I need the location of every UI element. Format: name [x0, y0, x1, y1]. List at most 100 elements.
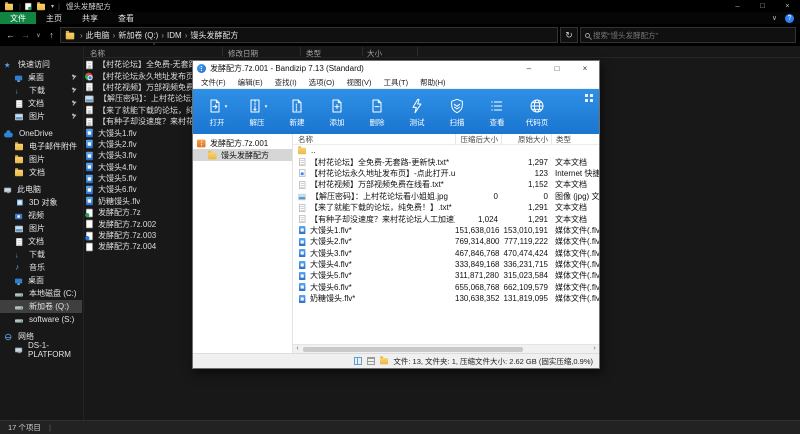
archive-row[interactable]: 大馒头5.flv* 311,871,280 315,023,584 媒体文件(.… — [293, 270, 599, 281]
sidebar-item[interactable]: 文档 — [0, 97, 82, 110]
close-button[interactable]: × — [571, 61, 599, 76]
column-header-type[interactable]: 类型 — [306, 48, 321, 59]
sidebar-item[interactable]: 图片 — [0, 222, 82, 235]
sidebar-item[interactable]: 桌面 — [0, 71, 82, 84]
scrollbar-thumb[interactable] — [303, 347, 523, 352]
column-header-name[interactable]: 名称 — [293, 134, 455, 145]
column-header-original[interactable]: 原始大小 — [501, 134, 551, 145]
address-bar[interactable]: › 此电脑 › 新加卷 (Q:) › IDM › 馒头发酵配方 — [60, 27, 558, 43]
minimize-button[interactable]: – — [515, 61, 543, 76]
sidebar-item[interactable]: 图片 — [0, 153, 82, 166]
archive-row[interactable]: 奶糖馒头.flv* 130,638,352 131,819,095 媒体文件(.… — [293, 293, 599, 304]
menu-item[interactable]: 工具(T) — [378, 77, 415, 88]
history-dropdown-icon[interactable]: ∨ — [34, 32, 43, 39]
sidebar-item[interactable]: 快速访问 — [0, 58, 82, 71]
minimize-button[interactable]: – — [725, 0, 750, 12]
archive-row[interactable]: 大馒头4.flv* 333,849,168 336,231,715 媒体文件(.… — [293, 259, 599, 270]
ribbon-tab[interactable]: 查看 — [108, 12, 144, 24]
toolbar-button[interactable]: ▾ 代码页 — [517, 91, 557, 134]
menu-item[interactable]: 文件(F) — [195, 77, 232, 88]
sidebar-item[interactable]: 文档 — [0, 166, 82, 179]
properties-icon[interactable] — [25, 2, 31, 9]
column-header-type[interactable]: 类型 — [551, 134, 599, 145]
sidebar-item[interactable]: 音乐 — [0, 261, 82, 274]
toolbar-button[interactable]: ▾ 解压 — [237, 91, 277, 134]
panel-layout-icon[interactable] — [585, 94, 593, 102]
archive-row[interactable]: .. — [293, 145, 599, 156]
sidebar-item[interactable]: 文档 — [0, 235, 82, 248]
maximize-button[interactable]: □ — [750, 0, 775, 12]
forward-icon[interactable]: → — [19, 30, 32, 40]
horizontal-scrollbar[interactable]: ‹ › — [293, 344, 599, 353]
dropdown-caret-icon[interactable]: ▾ — [265, 104, 268, 110]
breadcrumb-item[interactable]: 馒头发酵配方 — [190, 30, 238, 41]
up-icon[interactable]: ↑ — [45, 30, 58, 40]
breadcrumb-item[interactable]: 此电脑 — [86, 30, 110, 41]
breadcrumb-item[interactable]: 新加卷 (Q:) — [118, 30, 158, 41]
refresh-button[interactable]: ↻ — [560, 27, 578, 43]
archive-row[interactable]: 【有种子却没速度？来村花论坛人工加速】.txt* 1,024 1,291 文本文… — [293, 213, 599, 224]
maximize-button[interactable]: □ — [543, 61, 571, 76]
menu-item[interactable]: 视图(V) — [341, 77, 378, 88]
archive-row[interactable]: 【来了就能下载的论坛，纯免费！】.txt* 1,291 文本文档 — [293, 202, 599, 213]
column-header-size[interactable]: 大小 — [367, 48, 382, 59]
help-icon[interactable]: ? — [785, 14, 794, 23]
sidebar-item[interactable]: 本地磁盘 (C:) — [0, 287, 82, 300]
qat-dropdown-icon[interactable]: ▾ — [51, 3, 54, 10]
open-folder-icon[interactable] — [380, 357, 388, 365]
column-separator[interactable] — [417, 47, 418, 56]
toolbar-button[interactable]: ▾ 扫描 — [437, 91, 477, 134]
column-header-compressed[interactable]: 压缩后大小 — [455, 134, 501, 145]
toolbar-button[interactable]: ▾ 新建 — [277, 91, 317, 134]
tree-item[interactable]: 发酵配方.7z.001 — [193, 137, 292, 149]
toolbar-button[interactable]: ▾ 查看 — [477, 91, 517, 134]
sidebar-item[interactable]: 下载 — [0, 248, 82, 261]
archive-row[interactable]: 大馒头1.flv* 151,638,016 153,010,191 媒体文件(.… — [293, 225, 599, 236]
grid-view-icon[interactable] — [354, 357, 362, 365]
sidebar-item[interactable]: software (S:) — [0, 313, 82, 326]
toolbar-button[interactable]: ▾ 打开 — [197, 91, 237, 134]
menu-item[interactable]: 帮助(H) — [414, 77, 451, 88]
back-icon[interactable]: ← — [4, 30, 17, 40]
toolbar-button[interactable]: ▾ 删除 — [357, 91, 397, 134]
search-input[interactable] — [593, 31, 791, 40]
close-button[interactable]: × — [775, 0, 800, 12]
sidebar-item[interactable]: 3D 对象 — [0, 196, 82, 209]
archive-row[interactable]: 【村花论坛永久地址发布页】-点此打开.url* 123 Internet 快捷方… — [293, 168, 599, 179]
sidebar-item[interactable]: 新加卷 (Q:) — [0, 300, 82, 313]
archive-row[interactable]: 大馒头2.flv* 769,314,800 777,119,222 媒体文件(.… — [293, 236, 599, 247]
column-separator[interactable] — [222, 47, 223, 56]
search-box[interactable] — [580, 27, 796, 43]
ribbon-tab[interactable]: 文件 — [0, 12, 36, 24]
sidebar-item[interactable]: 桌面 — [0, 274, 82, 287]
new-folder-icon[interactable] — [37, 3, 45, 9]
column-header-name[interactable]: 名称 — [90, 48, 105, 59]
ribbon-tab[interactable]: 共享 — [72, 12, 108, 24]
sidebar-item[interactable]: 视频 — [0, 209, 82, 222]
menu-item[interactable]: 编辑(E) — [232, 77, 269, 88]
archive-row[interactable]: 【村花论坛】全免费-无套路-更新快.txt* 1,297 文本文档 — [293, 156, 599, 167]
scroll-right-icon[interactable]: › — [590, 345, 599, 353]
column-separator[interactable] — [362, 47, 363, 56]
toolbar-button[interactable]: ▾ 测试 — [397, 91, 437, 134]
details-view-icon[interactable] — [367, 357, 375, 365]
dropdown-caret-icon[interactable]: ▾ — [225, 104, 228, 110]
archive-row[interactable]: 【解压密码】：上村花论坛看小姐姐.jpg 0 0 图像 (jpg) 文件 — [293, 191, 599, 202]
ribbon-tab[interactable]: 主页 — [36, 12, 72, 24]
ribbon-collapse-icon[interactable]: ∨ — [772, 14, 777, 22]
tree-item[interactable]: 馒头发酵配方 — [193, 149, 292, 161]
scroll-left-icon[interactable]: ‹ — [293, 345, 302, 353]
sidebar-item[interactable]: 图片 — [0, 110, 82, 123]
toolbar-button[interactable]: ▾ 添加 — [317, 91, 357, 134]
column-separator[interactable] — [300, 47, 301, 56]
archive-row[interactable]: 【村花视频】万部视频免费在线看.txt* 1,152 文本文档 — [293, 179, 599, 190]
sidebar-item[interactable]: 下载 — [0, 84, 82, 97]
sidebar-item[interactable]: 电子邮件附件 — [0, 140, 82, 153]
sidebar-item[interactable]: OneDrive — [0, 127, 82, 140]
sidebar-item[interactable]: 此电脑 — [0, 183, 82, 196]
archive-row[interactable]: 大馒头3.flv* 467,846,768 470,474,424 媒体文件(.… — [293, 248, 599, 259]
column-header-date[interactable]: 修改日期 — [228, 48, 258, 59]
menu-item[interactable]: 选项(O) — [303, 77, 341, 88]
menu-item[interactable]: 查找(I) — [269, 77, 303, 88]
archive-row[interactable]: 大馒头6.flv* 655,068,768 662,109,579 媒体文件(.… — [293, 282, 599, 293]
